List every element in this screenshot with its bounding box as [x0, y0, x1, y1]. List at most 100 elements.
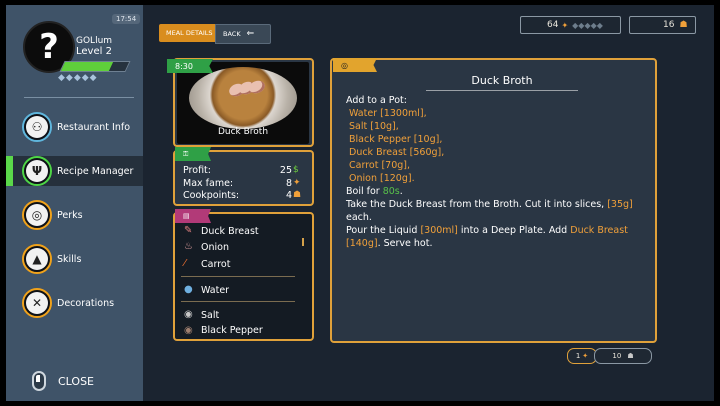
stats-icon: ⚿: [183, 149, 189, 158]
recipe-ingredient: Carrot [70g],: [349, 160, 410, 171]
ingredient-divider: [181, 276, 295, 277]
ingredients-scrollbar[interactable]: [302, 238, 304, 246]
basket-icon: ▤: [183, 212, 190, 220]
fame-icon: ✦: [293, 178, 301, 188]
list-item[interactable]: ● Water: [184, 284, 229, 296]
recipe-ribbon: ◎: [333, 58, 377, 72]
resource-right-value: 16: [663, 20, 675, 30]
bowl-image: [189, 67, 297, 129]
back-button[interactable]: BACK ⇐: [215, 24, 271, 44]
decorations-icon: ✕: [22, 288, 52, 318]
sidebar-item-label: Restaurant Info: [57, 121, 131, 133]
list-item[interactable]: ⁄ Carrot: [184, 258, 230, 270]
ingredient-name: Salt: [201, 309, 220, 321]
step3-prefix: Pour the Liquid: [346, 225, 421, 236]
cook-time: 8:30: [175, 61, 193, 71]
black-pepper-icon: ◉: [184, 325, 193, 336]
step3-item: Duck Breast: [570, 225, 628, 236]
ingredient-name: Carrot: [201, 258, 231, 270]
boil-time: 80s: [382, 186, 400, 197]
ingredient-name: Water: [201, 284, 230, 296]
recipe-manager-icon: Ψ: [22, 156, 52, 186]
sidebar-item-decorations[interactable]: ✕ Decorations: [8, 288, 143, 318]
recipe-ingredient: Water [1300ml],: [349, 108, 427, 119]
stats-ribbon: ⚿: [175, 147, 211, 161]
resource-left-stars: ◆◆◆◆◆: [572, 20, 603, 30]
back-arrow-icon: ⇐: [246, 29, 255, 39]
ingredients-ribbon: ▤: [175, 209, 211, 223]
cookpoints-icon: ☗: [627, 352, 634, 360]
page-indicator-right[interactable]: 10 ☗: [594, 348, 652, 364]
mouse-icon: [32, 371, 46, 391]
rank-stars: ◆◆◆◆◆: [58, 73, 98, 83]
back-label: BACK: [223, 30, 241, 38]
recipe-icon: ◎: [341, 60, 348, 70]
coin-icon: ✦: [561, 20, 569, 30]
fame-label: Max fame:: [183, 178, 234, 189]
tab-meal-details[interactable]: MEAL DETAILS: [159, 24, 220, 42]
ingredient-name: Black Pepper: [201, 325, 263, 336]
onion-icon: ♨: [184, 241, 193, 252]
list-item[interactable]: ◉ Salt: [184, 309, 219, 321]
list-item[interactable]: ◉ Black Pepper: [184, 325, 263, 336]
cookpoints-label: Cookpoints:: [183, 190, 240, 201]
skills-icon: ▲: [22, 244, 52, 274]
recipe-ingredient: Duck Breast [560g],: [349, 147, 445, 158]
cookpoints-icon: ☗: [679, 20, 688, 30]
fame-icon: ✦: [582, 352, 589, 360]
player-level: Level 2: [76, 46, 112, 57]
perks-icon: ◎: [22, 200, 52, 230]
avatar-glyph: ?: [39, 27, 59, 67]
sidebar-item-label: Skills: [57, 253, 82, 265]
resource-counter-right: 16 ☗: [629, 16, 696, 34]
recipe-ingredient: Onion [120g].: [349, 173, 415, 184]
clock: 17:54: [112, 14, 141, 24]
step3-item-amount: [140g]: [346, 238, 378, 249]
sidebar-item-restaurant-info[interactable]: ⚇ Restaurant Info: [8, 112, 143, 142]
dish-name: Duck Broth: [217, 127, 269, 137]
sidebar-divider: [24, 97, 134, 98]
step3-amount: [300ml]: [420, 225, 458, 236]
list-item[interactable]: ✎ Duck Breast: [184, 225, 259, 237]
sidebar-item-skills[interactable]: ▲ Skills: [8, 244, 143, 274]
step3-suffix: . Serve hot.: [377, 238, 433, 249]
money-icon: $: [293, 165, 299, 175]
recipe-ingredient: Black Pepper [10g],: [349, 134, 443, 145]
recipe-step-serve: Pour the Liquid [300ml] into a Deep Plat…: [346, 225, 628, 236]
page-left-value: 1: [575, 352, 581, 360]
step2-suffix: each.: [346, 212, 372, 223]
duck-breast-icon: ✎: [184, 225, 193, 236]
sidebar-item-perks[interactable]: ◎ Perks: [8, 200, 143, 230]
recipe-step-serve-cont: [140g]. Serve hot.: [346, 238, 432, 249]
recipe-step-boil: Boil for 80s.: [346, 186, 403, 197]
ingredient-name: Duck Breast: [201, 225, 259, 237]
close-button[interactable]: CLOSE: [32, 371, 94, 391]
sidebar-item-label: Decorations: [57, 297, 115, 309]
cookpoints-icon: ☗: [293, 190, 302, 200]
xp-bar: [59, 61, 131, 72]
carrot-icon: ⁄: [184, 258, 186, 269]
cookpoints-value: 4: [285, 190, 292, 201]
page-indicator-left[interactable]: 1 ✦: [567, 348, 597, 364]
boil-prefix: Boil for: [346, 186, 383, 197]
sidebar-item-recipe-manager[interactable]: Ψ Recipe Manager: [6, 156, 143, 186]
recipe-title: Duck Broth: [426, 74, 578, 91]
boil-suffix: .: [399, 186, 403, 197]
recipe-intro: Add to a Pot:: [346, 95, 407, 106]
username: GOLlum: [76, 36, 113, 46]
list-item[interactable]: ♨ Onion: [184, 241, 229, 253]
resource-counter-left: 64 ✦ ◆◆◆◆◆: [520, 16, 621, 34]
cook-time-ribbon: 8:30: [167, 59, 213, 73]
salt-icon: ◉: [184, 309, 193, 320]
sidebar-item-label: Recipe Manager: [57, 165, 134, 177]
sidebar-item-label: Perks: [57, 209, 83, 221]
xp-bar-fill: [60, 62, 114, 71]
step2-prefix: Take the Duck Breast from the Broth. Cut…: [346, 199, 608, 210]
ingredient-name: Onion: [201, 241, 229, 253]
fame-value: 8: [285, 178, 292, 189]
step3-mid: into a Deep Plate. Add: [457, 225, 571, 236]
recipe-step-slice: Take the Duck Breast from the Broth. Cut…: [346, 199, 633, 210]
water-icon: ●: [184, 284, 193, 295]
page-right-value: 10: [612, 352, 622, 360]
profit-label: Profit:: [183, 165, 211, 176]
